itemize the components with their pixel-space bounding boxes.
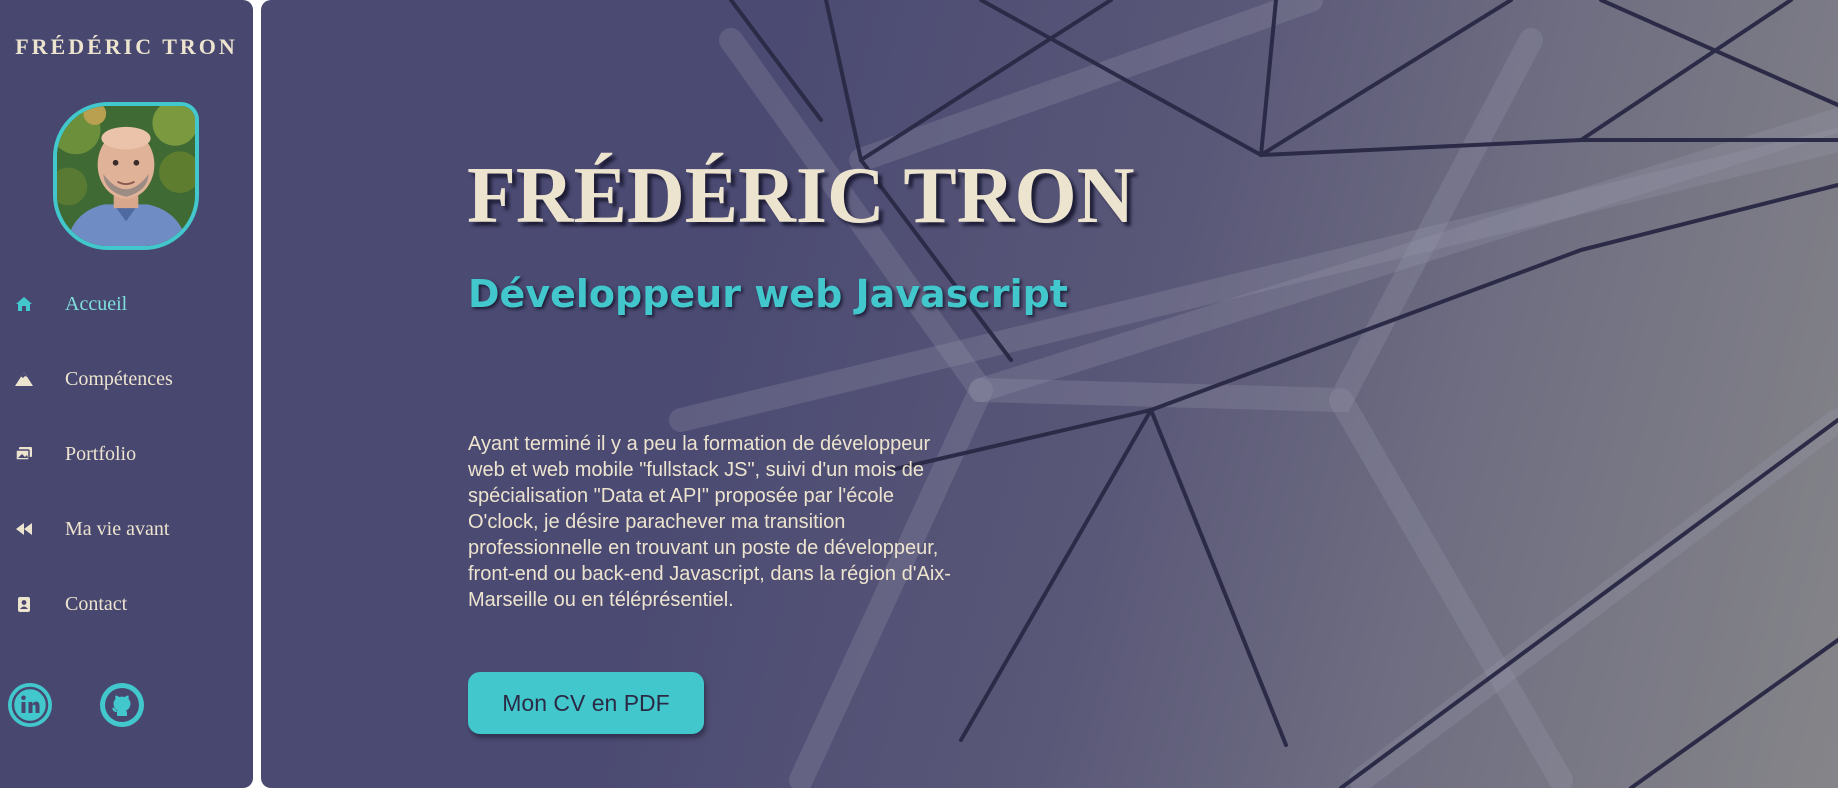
nav-item-accueil[interactable]: Accueil [0, 284, 253, 324]
mountain-icon [14, 369, 34, 389]
linkedin-link[interactable] [8, 683, 52, 727]
hero-intro-text: Ayant terminé il y a peu la formation de… [468, 433, 951, 611]
geometric-background [669, 0, 1838, 788]
images-icon [14, 444, 34, 464]
nav-label-ma-vie-avant: Ma vie avant [65, 517, 170, 540]
address-book-icon [14, 594, 34, 614]
nav-label-competences: Compétences [65, 367, 173, 390]
sidebar-site-name: FRÉDÉRIC TRON [15, 34, 238, 59]
hero-subtitle: Développeur web Javascript [468, 272, 1068, 316]
nav-item-contact[interactable]: Contact [0, 584, 253, 624]
sidebar: FRÉDÉRIC TRON Accueil Compétences Portfo… [0, 0, 253, 788]
github-icon [105, 688, 139, 722]
nav-item-portfolio[interactable]: Portfolio [0, 434, 253, 474]
github-link[interactable] [100, 683, 144, 727]
linkedin-icon [11, 686, 49, 724]
nav-label-contact: Contact [65, 592, 128, 615]
avatar-photo [57, 106, 195, 246]
nav-item-ma-vie-avant[interactable]: Ma vie avant [0, 509, 253, 549]
nav-item-competences[interactable]: Compétences [0, 359, 253, 399]
backward-icon [14, 519, 34, 539]
hero-section: FRÉDÉRIC TRON Développeur web Javascript… [261, 0, 1838, 788]
nav-label-portfolio: Portfolio [65, 442, 137, 465]
cv-download-button[interactable]: Mon CV en PDF [468, 672, 704, 734]
home-icon [14, 294, 34, 314]
avatar [53, 102, 199, 250]
hero-title: FRÉDÉRIC TRON [467, 152, 1135, 240]
nav-label-accueil: Accueil [65, 292, 128, 315]
